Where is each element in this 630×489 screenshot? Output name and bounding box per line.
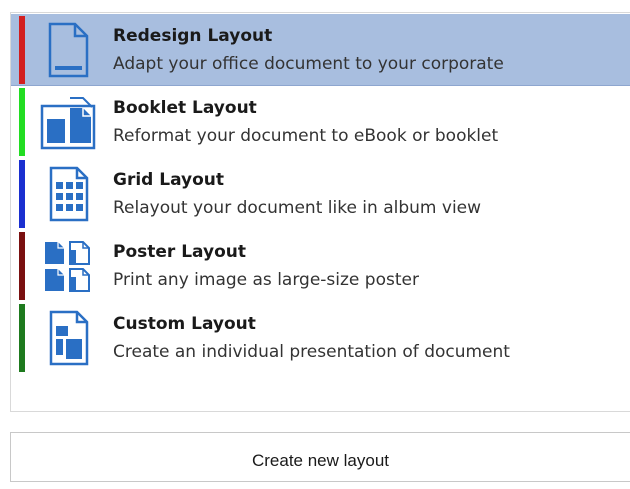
- custom-layout-icon: [37, 308, 99, 368]
- layout-description: Reformat your document to eBook or bookl…: [113, 126, 499, 146]
- layout-title: Poster Layout: [113, 242, 246, 262]
- redesign-page-icon: [37, 20, 99, 80]
- layout-item-custom[interactable]: Custom Layout Create an individual prese…: [11, 302, 630, 374]
- poster-icon: [37, 236, 99, 296]
- color-stripe-red: [19, 16, 25, 84]
- layout-item-redesign[interactable]: Redesign Layout Adapt your office docume…: [11, 14, 630, 86]
- layout-description: Relayout your document like in album vie…: [113, 198, 482, 218]
- layout-list: Redesign Layout Adapt your office docume…: [10, 12, 630, 412]
- layout-item-booklet[interactable]: Booklet Layout Reformat your document to…: [11, 86, 630, 158]
- layout-title: Grid Layout: [113, 170, 225, 190]
- layout-description: Adapt your office document to your corpo…: [113, 54, 504, 74]
- layout-title: Booklet Layout: [113, 98, 257, 118]
- color-stripe-dark-red: [19, 232, 25, 300]
- layout-item-grid[interactable]: Grid Layout Relayout your document like …: [11, 158, 630, 230]
- layout-item-poster[interactable]: Poster Layout Print any image as large-s…: [11, 230, 630, 302]
- layout-description: Create an individual presentation of doc…: [113, 342, 510, 362]
- layout-title: Custom Layout: [113, 314, 256, 334]
- layout-description: Print any image as large-size poster: [113, 270, 419, 290]
- layout-title: Redesign Layout: [113, 26, 273, 46]
- color-stripe-green: [19, 88, 25, 156]
- booklet-icon: [37, 92, 99, 152]
- color-stripe-blue: [19, 160, 25, 228]
- create-new-layout-button[interactable]: Create new layout: [10, 432, 630, 482]
- grid-icon: [37, 164, 99, 224]
- color-stripe-dark-green: [19, 304, 25, 372]
